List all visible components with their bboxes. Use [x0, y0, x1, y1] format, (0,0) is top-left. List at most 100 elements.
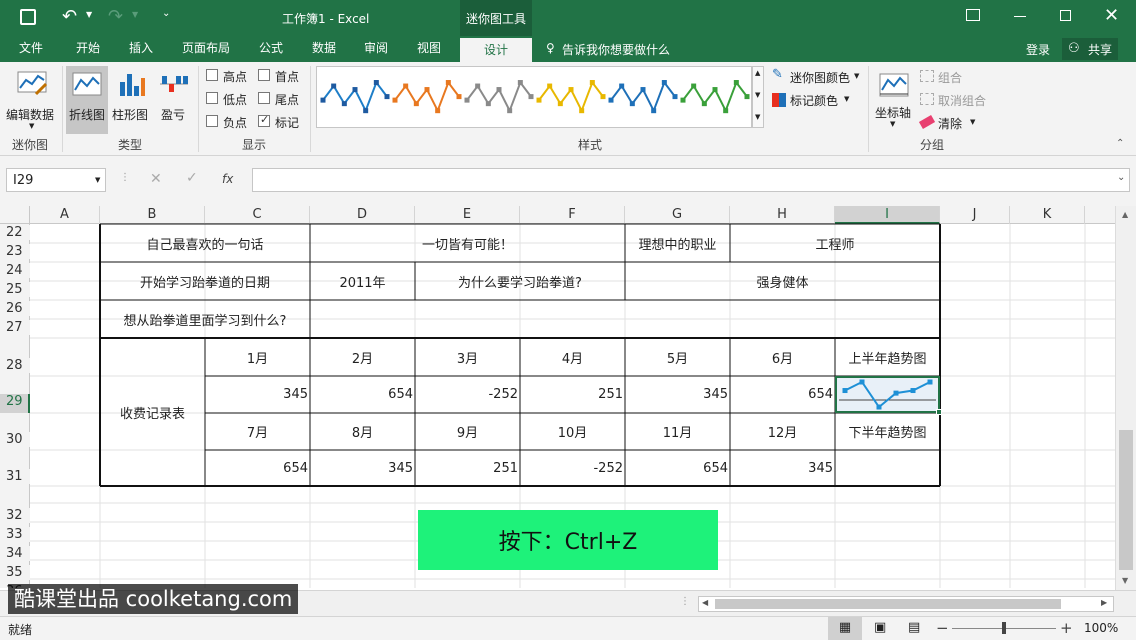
row-header-31[interactable]: 31: [0, 469, 30, 484]
cell-month-6[interactable]: 6月: [730, 338, 835, 376]
undo-icon[interactable]: ↶: [62, 6, 77, 27]
undo-dropdown-icon[interactable]: ▼: [86, 10, 92, 19]
cell-month-11[interactable]: 11月: [625, 413, 730, 450]
row-header-34[interactable]: 34: [0, 546, 30, 561]
cell-month-10[interactable]: 10月: [520, 413, 625, 450]
scroll-right-icon[interactable]: ▶: [1101, 598, 1107, 607]
vertical-scrollbar[interactable]: ▲ ▼: [1115, 206, 1136, 590]
cell-value-9[interactable]: 251: [415, 450, 520, 486]
cell-why-label[interactable]: 为什么要学习跆拳道?: [415, 262, 625, 300]
column-header-k[interactable]: K: [1010, 206, 1085, 224]
style-gallery-previews[interactable]: [317, 67, 751, 127]
tab-formulas[interactable]: 公式: [250, 36, 292, 62]
share-button[interactable]: ⚇ 共享: [1062, 38, 1118, 60]
cell-month-4[interactable]: 4月: [520, 338, 625, 376]
tab-design[interactable]: 设计: [460, 38, 532, 62]
zoom-out-icon[interactable]: −: [936, 619, 949, 637]
cell-value-1[interactable]: 345: [205, 376, 310, 413]
row-header-22[interactable]: 22: [0, 225, 30, 240]
low-point-checkbox[interactable]: [206, 92, 218, 104]
edit-data-button[interactable]: 编辑数据 ▼: [4, 66, 58, 132]
cell-value-2[interactable]: 654: [310, 376, 415, 413]
tab-file[interactable]: 文件: [8, 36, 54, 62]
cell-month-9[interactable]: 9月: [415, 413, 520, 450]
row-header-27[interactable]: 27: [0, 320, 30, 335]
row-header-25[interactable]: 25: [0, 282, 30, 297]
cell-value-10[interactable]: -252: [520, 450, 625, 486]
first-point-checkbox[interactable]: [258, 69, 270, 81]
cell-value-7[interactable]: 654: [205, 450, 310, 486]
horizontal-scrollbar[interactable]: ◀ ▶: [698, 596, 1114, 612]
high-point-checkbox[interactable]: [206, 69, 218, 81]
cell-fee-label[interactable]: 收费记录表: [100, 338, 205, 486]
selected-cell-i29[interactable]: [835, 376, 942, 415]
tab-review[interactable]: 审阅: [354, 36, 398, 62]
tab-home[interactable]: 开始: [66, 36, 110, 62]
cell-value-5[interactable]: 345: [625, 376, 730, 413]
column-header-b[interactable]: B: [100, 206, 205, 224]
scroll-left-icon[interactable]: ◀: [702, 598, 708, 607]
column-header-d[interactable]: D: [310, 206, 415, 224]
cell-why-value[interactable]: 强身健体: [625, 262, 940, 300]
cell-value-8[interactable]: 345: [310, 450, 415, 486]
login-link[interactable]: 登录: [1026, 41, 1050, 58]
cell-value-3[interactable]: -252: [415, 376, 520, 413]
horizontal-scroll-thumb[interactable]: [715, 599, 1061, 609]
cell-start-label[interactable]: 开始学习跆拳道的日期: [100, 262, 310, 300]
row-header-35[interactable]: 35: [0, 565, 30, 580]
cell-month-2[interactable]: 2月: [310, 338, 415, 376]
cell-month-12[interactable]: 12月: [730, 413, 835, 450]
column-header-g[interactable]: G: [625, 206, 730, 224]
maximize-icon[interactable]: [1060, 10, 1071, 21]
row-header-26[interactable]: 26: [0, 301, 30, 316]
cell-value-12[interactable]: 345: [730, 450, 835, 486]
name-box[interactable]: I29 ▼: [6, 168, 106, 192]
page-break-view-icon[interactable]: ▤: [908, 617, 928, 640]
page-layout-view-icon[interactable]: ▣: [874, 617, 894, 640]
formula-input[interactable]: ⌄: [252, 168, 1130, 192]
column-header-i[interactable]: I: [835, 206, 940, 224]
gallery-down-icon[interactable]: ▼: [755, 91, 760, 99]
tab-data[interactable]: 数据: [302, 36, 346, 62]
row-header-29[interactable]: 29: [0, 394, 30, 413]
clear-button[interactable]: 清除 ▼: [918, 114, 982, 132]
normal-view-icon[interactable]: ▦: [828, 617, 862, 640]
line-type-button[interactable]: 折线图: [66, 66, 108, 134]
column-header-j[interactable]: J: [940, 206, 1010, 224]
close-icon[interactable]: ✕: [1104, 5, 1119, 26]
vertical-scroll-thumb[interactable]: [1119, 430, 1133, 570]
cell-job-value[interactable]: 工程师: [730, 224, 940, 262]
customize-qat-icon[interactable]: ⌄: [162, 8, 170, 19]
cell-value-11[interactable]: 654: [625, 450, 730, 486]
last-point-checkbox[interactable]: [258, 92, 270, 104]
name-box-dropdown-icon[interactable]: ▼: [95, 176, 100, 184]
markers-checkbox[interactable]: ✓: [258, 113, 270, 127]
select-all-corner[interactable]: [0, 206, 30, 224]
row-header-30[interactable]: 30: [0, 432, 30, 447]
tell-me-search[interactable]: 告诉我你想要做什么: [562, 41, 670, 58]
column-header-f[interactable]: F: [520, 206, 625, 224]
cell-month-3[interactable]: 3月: [415, 338, 520, 376]
tab-insert[interactable]: 插入: [118, 36, 164, 62]
row-header-32[interactable]: 32: [0, 508, 30, 523]
row-header-28[interactable]: 28: [0, 358, 30, 373]
cell-learn-label[interactable]: 想从跆拳道里面学习到什么?: [100, 300, 310, 338]
column-header-e[interactable]: E: [415, 206, 520, 224]
cell-month-8[interactable]: 8月: [310, 413, 415, 450]
row-header-24[interactable]: 24: [0, 263, 30, 278]
gallery-more-icon[interactable]: ▼: [755, 113, 760, 121]
axis-button[interactable]: 坐标轴 ▼: [872, 66, 916, 132]
row-header-23[interactable]: 23: [0, 244, 30, 259]
cell-month-5[interactable]: 5月: [625, 338, 730, 376]
negative-point-checkbox[interactable]: [206, 115, 218, 127]
zoom-slider[interactable]: [952, 622, 1056, 634]
column-header-a[interactable]: A: [30, 206, 100, 224]
expand-formula-icon[interactable]: ⌄: [1117, 172, 1125, 183]
insert-function-icon[interactable]: fx: [222, 172, 233, 186]
column-header-c[interactable]: C: [205, 206, 310, 224]
scroll-down-icon[interactable]: ▼: [1122, 576, 1128, 585]
zoom-in-icon[interactable]: +: [1060, 619, 1073, 637]
tab-page-layout[interactable]: 页面布局: [172, 36, 240, 62]
cell-fav-label[interactable]: 自己最喜欢的一句话: [100, 224, 310, 262]
cell-start-value[interactable]: 2011年: [310, 262, 415, 300]
